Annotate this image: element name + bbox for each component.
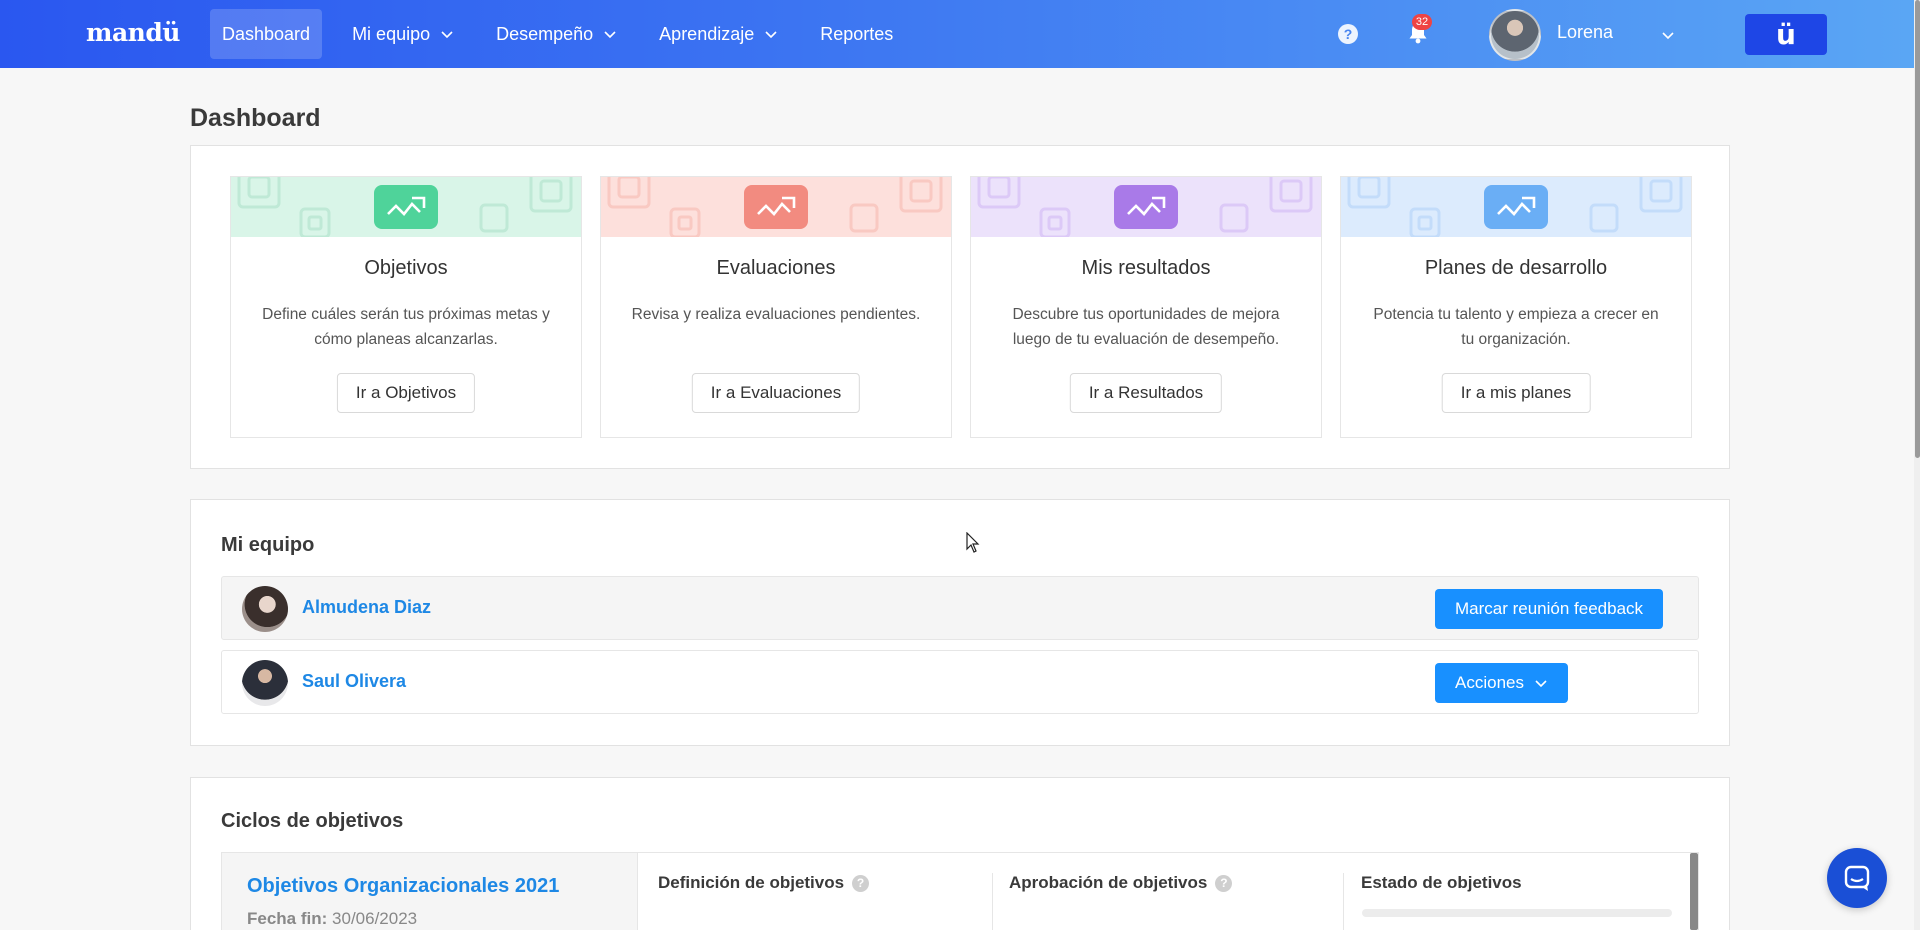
approval-column-title: Aprobación de objetivos ? (1009, 873, 1233, 893)
trend-chart-icon (1114, 185, 1178, 229)
team-member-row: Almudena Diaz Marcar reunión feedback (221, 576, 1699, 640)
cycle-name-link[interactable]: Objetivos Organizacionales 2021 (247, 875, 559, 898)
nav-desempeno[interactable]: Desempeño (484, 9, 629, 59)
approval-label: Aprobación de objetivos (1009, 873, 1208, 892)
main-nav: Dashboard Mi equipo Desempeño Aprendizaj… (210, 9, 923, 59)
card-mis-resultados: Mis resultados Descubre tus oportunidade… (970, 176, 1322, 438)
card-title: Evaluaciones (716, 257, 836, 279)
chevron-down-icon (1534, 676, 1548, 690)
trend-chart-icon (374, 185, 438, 229)
my-team-panel: Mi equipo Almudena Diaz Marcar reunión f… (190, 499, 1730, 746)
definition-column-title: Definición de objetivos ? (658, 873, 870, 893)
page-title: Dashboard (190, 104, 321, 132)
schedule-feedback-button[interactable]: Marcar reunión feedback (1435, 589, 1664, 629)
member-name-link[interactable]: Saul Olivera (302, 671, 406, 692)
page-scrollbar-thumb[interactable] (1915, 0, 1920, 458)
user-avatar[interactable] (1489, 9, 1541, 61)
nav-mi-equipo-label: Mi equipo (352, 23, 431, 44)
nav-aprendizaje-label: Aprendizaje (659, 23, 755, 44)
notification-count-badge: 32 (1412, 14, 1432, 30)
go-planes-button[interactable]: Ir a mis planes (1441, 373, 1591, 413)
cycle-summary: Objetivos Organizacionales 2021 Fecha fi… (222, 853, 638, 930)
card-banner (231, 177, 581, 237)
card-objetivos: Objetivos Define cuáles serán tus próxim… (230, 176, 582, 438)
card-description: Potencia tu talento y empieza a crecer e… (1373, 306, 1659, 348)
team-member-row: Saul Olivera Acciones (221, 650, 1699, 714)
column-divider (992, 873, 993, 930)
cycle-end-date: Fecha fin: 30/06/2023 (247, 909, 417, 929)
top-navbar: mandü Dashboard Mi equipo Desempeño Apre… (0, 0, 1914, 68)
nav-desempeno-label: Desempeño (496, 23, 594, 44)
go-resultados-button[interactable]: Ir a Resultados (1069, 373, 1223, 413)
actions-label: Acciones (1455, 673, 1524, 692)
trend-chart-icon (744, 185, 808, 229)
go-evaluaciones-button[interactable]: Ir a Evaluaciones (691, 373, 861, 413)
objectives-progress-bar (1362, 909, 1672, 917)
card-evaluaciones: Evaluaciones Revisa y realiza evaluacion… (600, 176, 952, 438)
card-planes-desarrollo: Planes de desarrollo Potencia tu talento… (1340, 176, 1692, 438)
cycle-date-label: Fecha fin: (247, 909, 328, 928)
nav-mi-equipo[interactable]: Mi equipo (340, 9, 466, 59)
definition-label: Definición de objetivos (658, 873, 845, 892)
objective-cycles-panel: Ciclos de objetivos Objetivos Organizaci… (190, 777, 1730, 930)
cycle-card: Objetivos Organizacionales 2021 Fecha fi… (221, 852, 1699, 930)
help-icon[interactable]: ? (852, 874, 870, 892)
actions-dropdown-button[interactable]: Acciones (1435, 663, 1568, 703)
cycle-date-value: 30/06/2023 (332, 909, 418, 928)
card-banner (971, 177, 1321, 237)
card-description: Define cuáles serán tus próximas metas y… (262, 306, 550, 348)
card-description: Descubre tus oportunidades de mejora lue… (1012, 306, 1280, 348)
brand-app-button[interactable]: ü (1745, 14, 1827, 55)
nav-reportes-label: Reportes (820, 23, 894, 44)
nav-aprendizaje[interactable]: Aprendizaje (647, 9, 790, 59)
card-title: Planes de desarrollo (1424, 257, 1608, 279)
card-title: Mis resultados (1081, 257, 1211, 279)
chat-support-button[interactable] (1827, 848, 1887, 908)
cycles-scrollbar-thumb[interactable] (1690, 853, 1698, 930)
svg-text:?: ? (1344, 26, 1353, 42)
status-column-title: Estado de objetivos (1361, 873, 1522, 893)
help-icon[interactable]: ? (1337, 23, 1359, 45)
avatar[interactable] (242, 586, 288, 632)
chevron-down-icon (603, 27, 617, 41)
status-label: Estado de objetivos (1361, 873, 1522, 892)
card-banner (1341, 177, 1691, 237)
chevron-down-icon (440, 27, 454, 41)
avatar[interactable] (242, 660, 288, 706)
help-icon[interactable]: ? (1215, 874, 1233, 892)
mandu-logo[interactable]: mandü (86, 18, 180, 47)
nav-reportes[interactable]: Reportes (808, 9, 905, 59)
card-title: Objetivos (364, 257, 448, 279)
go-objetivos-button[interactable]: Ir a Objetivos (336, 373, 476, 413)
member-name-link[interactable]: Almudena Diaz (302, 597, 431, 618)
quick-access-panel: Objetivos Define cuáles serán tus próxim… (190, 145, 1730, 469)
chevron-down-icon[interactable] (1660, 27, 1676, 43)
chat-icon (1844, 865, 1870, 891)
nav-dashboard-label: Dashboard (222, 23, 311, 44)
section-title: Ciclos de objetivos (221, 810, 404, 832)
mouse-cursor-icon (966, 531, 980, 554)
user-name[interactable]: Lorena (1557, 22, 1613, 43)
column-divider (1343, 873, 1344, 930)
nav-dashboard[interactable]: Dashboard (210, 9, 323, 59)
card-banner (601, 177, 951, 237)
card-description: Revisa y realiza evaluaciones pendientes… (631, 306, 921, 323)
trend-chart-icon (1484, 185, 1548, 229)
section-title: Mi equipo (221, 534, 315, 556)
chevron-down-icon (764, 27, 778, 41)
